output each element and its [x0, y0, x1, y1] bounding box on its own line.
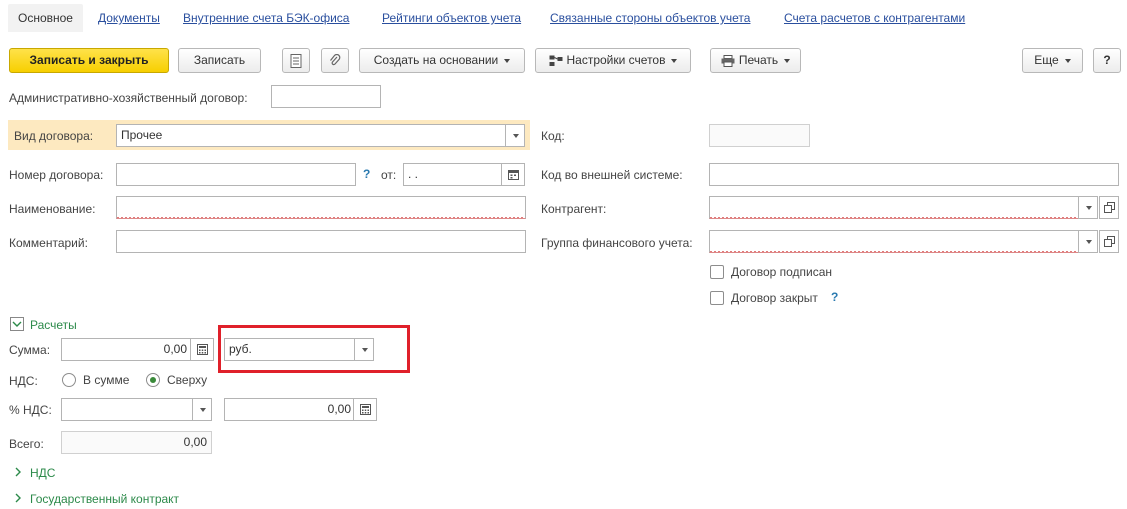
- chevron-right-icon: [15, 493, 21, 503]
- calculator-icon: [197, 344, 208, 355]
- fin-group-field[interactable]: [709, 230, 1079, 253]
- contract-type-field[interactable]: Прочее: [116, 124, 506, 147]
- fin-group-dropdown[interactable]: [1078, 230, 1098, 253]
- contract-type-dropdown[interactable]: [505, 124, 525, 147]
- external-code-label: Код во внешней системе:: [541, 168, 683, 182]
- contract-closed-label: Договор закрыт: [731, 291, 818, 305]
- create-based-on-button[interactable]: Создать на основании: [359, 48, 525, 73]
- tab-documents[interactable]: Документы: [98, 4, 160, 32]
- vat-label: НДС:: [9, 374, 38, 388]
- account-settings-label: Настройки счетов: [566, 53, 666, 67]
- save-and-close-button[interactable]: Записать и закрыть: [9, 48, 169, 73]
- code-label: Код:: [541, 129, 565, 143]
- tab-main[interactable]: Основное: [8, 4, 83, 32]
- chevron-down-icon: [671, 58, 678, 63]
- contract-number-field[interactable]: [116, 163, 356, 186]
- name-field[interactable]: [116, 196, 526, 219]
- sum-calculator-button[interactable]: [190, 338, 214, 361]
- chevron-right-icon: [15, 467, 21, 477]
- counterparty-field[interactable]: [709, 196, 1079, 219]
- tab-internal-accounts[interactable]: Внутренние счета БЭК-офиса: [183, 4, 349, 32]
- vat-section-toggle[interactable]: [12, 466, 24, 478]
- total-label: Всего:: [9, 437, 44, 451]
- document-list-icon: [290, 54, 302, 68]
- vat-percent-dropdown[interactable]: [192, 398, 212, 421]
- name-label: Наименование:: [9, 202, 96, 216]
- list-button[interactable]: [282, 48, 310, 73]
- comment-field[interactable]: [116, 230, 526, 253]
- print-button[interactable]: Печать: [710, 48, 801, 73]
- tab-settlement-accounts[interactable]: Счета расчетов с контрагентами: [784, 4, 965, 32]
- fin-group-label: Группа финансового учета:: [541, 236, 693, 250]
- create-based-on-label: Создать на основании: [373, 53, 499, 67]
- vat-on-top-label: Сверху: [167, 373, 208, 387]
- date-field[interactable]: . .: [403, 163, 503, 186]
- sum-label: Сумма:: [9, 343, 51, 357]
- paperclip-icon: [330, 53, 341, 66]
- contract-number-help[interactable]: ?: [363, 167, 370, 181]
- fin-group-open-button[interactable]: [1099, 230, 1119, 253]
- more-label: Еще: [1034, 53, 1059, 67]
- counterparty-dropdown[interactable]: [1078, 196, 1098, 219]
- contract-closed-help[interactable]: ?: [831, 290, 838, 304]
- vat-percent-label: % НДС:: [9, 403, 52, 417]
- help-button[interactable]: ?: [1093, 48, 1121, 73]
- sum-field[interactable]: 0,00: [61, 338, 192, 361]
- external-code-field[interactable]: [709, 163, 1119, 186]
- admin-contract-label: Административно-хозяйственный договор:: [9, 91, 248, 105]
- chevron-down-icon: [12, 321, 22, 327]
- admin-contract-field[interactable]: [271, 85, 381, 108]
- calculator-icon: [360, 404, 371, 415]
- more-button[interactable]: Еще: [1022, 48, 1083, 73]
- account-settings-button[interactable]: Настройки счетов: [535, 48, 691, 73]
- gov-contract-section-title[interactable]: Государственный контракт: [30, 491, 179, 507]
- contract-number-label: Номер договора:: [9, 168, 104, 182]
- chevron-down-icon: [1064, 58, 1071, 63]
- contract-type-label: Вид договора:: [14, 129, 94, 143]
- open-window-icon: [1104, 202, 1115, 213]
- chevron-down-icon: [504, 58, 511, 63]
- vat-in-sum-label: В сумме: [83, 373, 130, 387]
- comment-label: Комментарий:: [9, 236, 88, 250]
- vat-amount-field[interactable]: 0,00: [224, 398, 356, 421]
- vat-on-top-radio[interactable]: [146, 373, 160, 387]
- date-picker-button[interactable]: [501, 163, 525, 186]
- printer-icon: [721, 54, 735, 67]
- date-from-label: от:: [381, 168, 397, 182]
- contract-signed-checkbox[interactable]: [710, 265, 724, 279]
- print-label: Печать: [738, 53, 779, 67]
- chevron-down-icon: [784, 58, 791, 63]
- vat-in-sum-radio[interactable]: [62, 373, 76, 387]
- code-field: [709, 124, 810, 147]
- gov-contract-section-toggle[interactable]: [12, 492, 24, 504]
- tab-related-parties[interactable]: Связанные стороны объектов учета: [550, 4, 750, 32]
- tab-ratings[interactable]: Рейтинги объектов учета: [382, 4, 521, 32]
- counterparty-label: Контрагент:: [541, 202, 607, 216]
- total-field: 0,00: [61, 431, 212, 454]
- highlight-annotation-box: [218, 325, 410, 373]
- structure-icon: [549, 55, 562, 66]
- vat-calculator-button[interactable]: [353, 398, 377, 421]
- save-button[interactable]: Записать: [178, 48, 261, 73]
- vat-percent-field[interactable]: [61, 398, 193, 421]
- open-window-icon: [1104, 236, 1115, 247]
- payments-collapse-toggle[interactable]: [10, 317, 24, 331]
- contract-signed-label: Договор подписан: [731, 265, 833, 279]
- contract-closed-checkbox[interactable]: [710, 291, 724, 305]
- attach-button[interactable]: [321, 48, 349, 73]
- calendar-icon: [508, 170, 519, 180]
- counterparty-open-button[interactable]: [1099, 196, 1119, 219]
- vat-section-title[interactable]: НДС: [30, 465, 55, 481]
- payments-section-title[interactable]: Расчеты: [30, 317, 77, 333]
